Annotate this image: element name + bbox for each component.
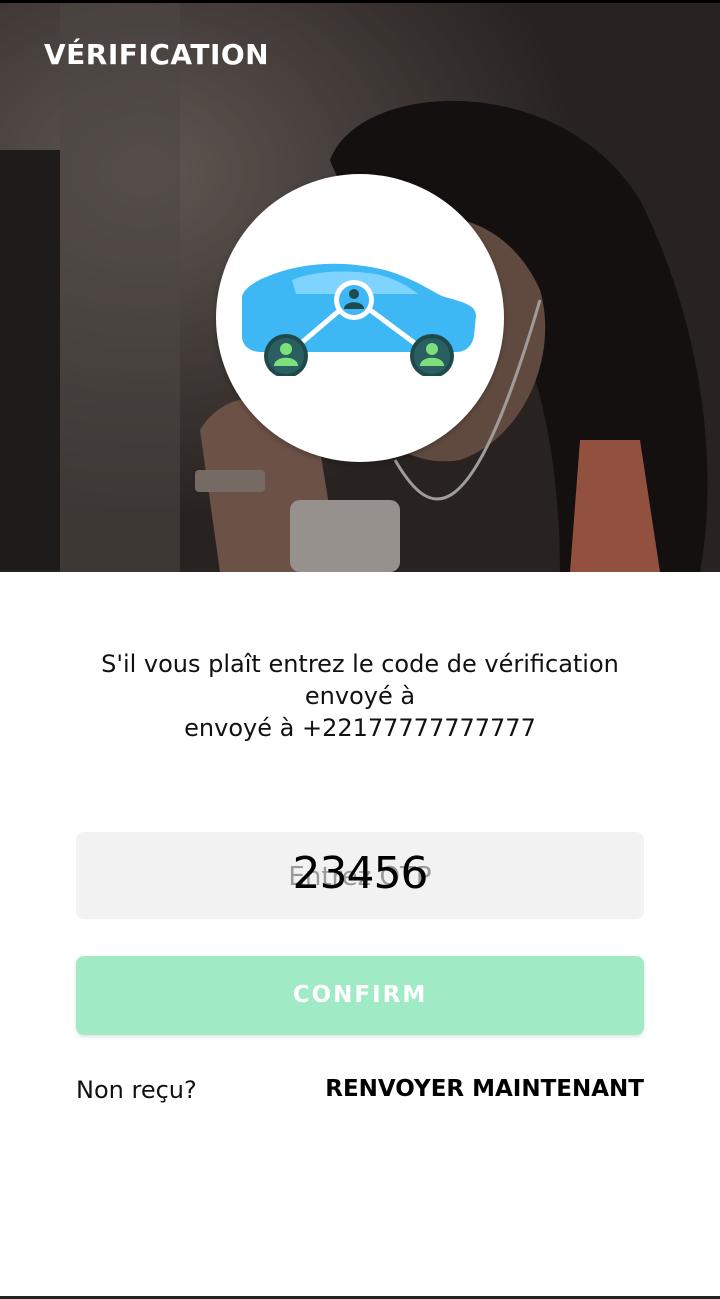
otp-input[interactable]: Entrez OTP 23456 <box>76 832 644 919</box>
status-bar-edge <box>0 0 720 3</box>
not-received-label: Non reçu? <box>76 1076 197 1104</box>
app-logo <box>216 174 504 462</box>
verification-message: S'il vous plaît entrez le code de vérifi… <box>40 648 680 744</box>
confirm-button[interactable]: CONFIRM <box>76 956 644 1035</box>
message-line-2: envoyé à <box>304 682 416 710</box>
resend-now-link[interactable]: RENVOYER MAINTENANT <box>325 1076 644 1102</box>
page-title: VÉRIFICATION <box>44 38 270 71</box>
message-line-1: S'il vous plaît entrez le code de vérifi… <box>101 650 619 678</box>
hero-banner: VÉRIFICATION <box>0 0 720 572</box>
otp-value: 23456 <box>292 848 429 899</box>
message-line-3: envoyé à +22177777777777 <box>184 714 536 742</box>
car-rideshare-logo-icon <box>242 263 476 376</box>
